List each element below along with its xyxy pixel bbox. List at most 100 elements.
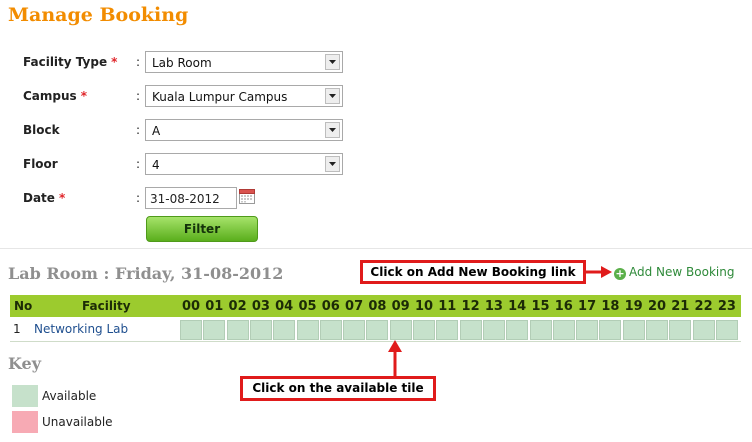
column-header-hour: 08	[368, 299, 387, 314]
floor-value: 4	[152, 158, 160, 172]
column-header-hour: 22	[694, 299, 713, 314]
column-header-hour: 21	[671, 299, 690, 314]
slot-tile-available[interactable]	[692, 320, 715, 340]
column-header-hour: 01	[205, 299, 224, 314]
floor-label: Floor	[23, 157, 58, 171]
column-header-hour: 20	[647, 299, 667, 314]
booking-table: No Facility 00 01 02 03 04 05 06 07 08 09 10 11 12 13…	[10, 295, 741, 342]
column-header-hour: 17	[578, 299, 597, 314]
column-header-hour: 12	[461, 299, 480, 314]
column-header-hour: 14	[508, 299, 527, 314]
slot-tile-available[interactable]	[482, 320, 505, 340]
slot-tile-available[interactable]	[249, 320, 272, 340]
block-label: Block	[23, 123, 60, 137]
key-label: Unavailable	[42, 415, 113, 429]
facility-type-label: Facility Type *	[23, 55, 118, 69]
facility-link[interactable]: Networking Lab	[34, 322, 128, 336]
colon: :	[136, 55, 141, 69]
plus-circle-icon: +	[614, 267, 626, 280]
available-swatch	[12, 385, 38, 407]
slot-tile-available[interactable]	[436, 320, 459, 340]
arrow-up-icon	[388, 340, 402, 378]
block-row: Block : A	[23, 119, 353, 143]
campus-select[interactable]: Kuala Lumpur Campus	[145, 85, 343, 107]
calendar-icon[interactable]	[239, 188, 255, 207]
block-select[interactable]: A	[145, 119, 343, 141]
slot-tile-available[interactable]	[646, 320, 668, 340]
required-mark: *	[111, 55, 118, 69]
filter-button[interactable]: Filter	[146, 216, 258, 242]
slot-tile-available[interactable]	[413, 320, 435, 340]
campus-value: Kuala Lumpur Campus	[152, 90, 288, 104]
chevron-down-icon[interactable]	[325, 122, 340, 138]
required-mark: *	[80, 89, 87, 103]
key-label: Available	[42, 389, 97, 403]
page-title: Manage Booking	[8, 4, 189, 26]
slot-tile-available[interactable]	[459, 320, 482, 340]
table-header: No Facility 00 01 02 03 04 05 06 07 08 09 10 11 12 13…	[10, 295, 741, 317]
callout-tile: Click on the available tile	[240, 376, 436, 401]
slot-tile-available[interactable]	[389, 320, 412, 340]
chevron-down-icon[interactable]	[325, 88, 340, 104]
floor-select[interactable]: 4	[145, 153, 343, 175]
column-header-hour: 06	[321, 299, 340, 314]
floor-row: Floor : 4	[23, 153, 353, 177]
column-header-hour: 02	[228, 299, 247, 314]
facility-type-select[interactable]: Lab Room	[145, 51, 343, 73]
colon: :	[136, 123, 141, 137]
date-value: 31-08-2012	[150, 192, 220, 206]
key-title: Key	[8, 354, 42, 373]
colon: :	[136, 157, 141, 171]
slot-tile-available[interactable]	[273, 320, 296, 340]
schedule-title: Lab Room : Friday, 31-08-2012	[8, 264, 284, 283]
campus-row: Campus * : Kuala Lumpur Campus	[23, 85, 353, 109]
colon: :	[136, 89, 141, 103]
slot-tile-available[interactable]	[180, 320, 202, 340]
slot-tile-available[interactable]	[226, 320, 249, 340]
slot-tile-available[interactable]	[622, 320, 645, 340]
column-header-hour: 23	[717, 299, 736, 314]
slot-tile-available[interactable]	[343, 320, 366, 340]
column-header-hour: 10	[414, 299, 434, 314]
slot-tile-available[interactable]	[576, 320, 599, 340]
required-mark: *	[58, 191, 66, 205]
date-input[interactable]: 31-08-2012	[145, 187, 237, 209]
column-header-facility: Facility	[82, 299, 131, 313]
date-row: Date * : 31-08-2012	[23, 187, 353, 211]
slot-tile-available[interactable]	[319, 320, 342, 340]
column-header-hour: 19	[624, 299, 643, 314]
chevron-down-icon[interactable]	[325, 156, 340, 172]
chevron-down-icon[interactable]	[325, 54, 340, 70]
column-header-hour: 07	[345, 299, 364, 314]
column-header-hour: 04	[275, 299, 294, 314]
callout-add-booking: Click on Add New Booking link	[360, 260, 586, 284]
column-header-hour: 18	[601, 299, 620, 314]
column-header-no: No	[14, 299, 33, 313]
column-header-hour: 11	[438, 299, 457, 314]
facility-type-value: Lab Room	[152, 56, 212, 70]
slot-tile-available[interactable]	[715, 320, 738, 340]
column-header-hour: 03	[251, 299, 270, 314]
slot-tile-available[interactable]	[506, 320, 529, 340]
arrow-right-icon	[585, 266, 612, 278]
table-row: 1 Networking Lab	[10, 317, 741, 342]
column-header-hour: 16	[554, 299, 573, 314]
colon: :	[136, 191, 141, 205]
slot-tile-available[interactable]	[366, 320, 389, 340]
column-header-hour: 05	[298, 299, 317, 314]
row-number: 1	[13, 322, 21, 336]
facility-type-row: Facility Type * : Lab Room	[23, 51, 353, 75]
column-header-hour: 13	[484, 299, 503, 314]
column-header-hour: 00	[181, 299, 201, 314]
slot-tile-available[interactable]	[296, 320, 319, 340]
add-new-booking-link[interactable]: + Add New Booking	[614, 265, 734, 280]
slot-tile-available[interactable]	[552, 320, 575, 340]
column-header-hour: 15	[531, 299, 550, 314]
slot-tile-available[interactable]	[203, 320, 226, 340]
column-header-hour: 09	[391, 299, 410, 314]
campus-label: Campus *	[23, 89, 87, 103]
slot-tile-available[interactable]	[669, 320, 692, 340]
slot-tile-available[interactable]	[599, 320, 622, 340]
slot-tile-available[interactable]	[529, 320, 552, 340]
block-value: A	[152, 124, 161, 138]
